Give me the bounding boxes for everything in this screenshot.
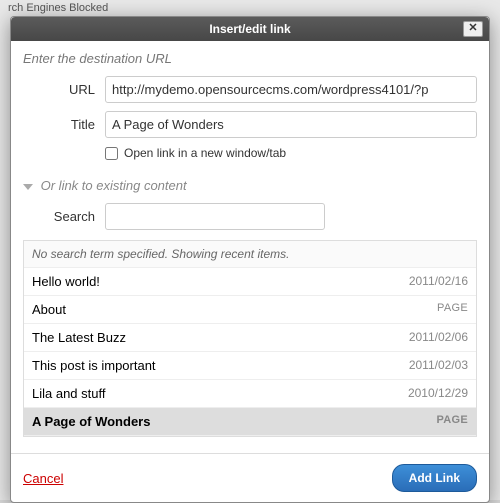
item-date: 2011/02/03 — [409, 358, 468, 373]
dialog-title: Insert/edit link — [209, 22, 290, 36]
search-label: Search — [23, 209, 105, 224]
instruction-text: Enter the destination URL — [23, 51, 477, 66]
link-dialog: Insert/edit link ✕ Enter the destination… — [10, 16, 490, 503]
item-title: Lila and stuff — [32, 386, 105, 401]
add-link-button[interactable]: Add Link — [392, 464, 477, 492]
title-label: Title — [23, 117, 105, 132]
search-input[interactable] — [105, 203, 325, 230]
title-input[interactable] — [105, 111, 477, 138]
item-type-badge: PAGE — [436, 414, 468, 429]
list-header: No search term specified. Showing recent… — [24, 241, 476, 268]
list-item[interactable]: This post is important 2011/02/03 — [24, 352, 476, 380]
results-list: No search term specified. Showing recent… — [23, 240, 477, 437]
item-date: 2011/02/16 — [409, 274, 468, 289]
newtab-label: Open link in a new window/tab — [124, 146, 286, 160]
chevron-down-icon — [23, 184, 33, 190]
list-item[interactable]: A Page of Wonders PAGE — [24, 408, 476, 436]
existing-content-toggle[interactable]: Or link to existing content — [23, 178, 477, 193]
item-date: 2010/12/29 — [408, 386, 468, 401]
item-type-badge: PAGE — [437, 302, 468, 317]
cancel-button[interactable]: Cancel — [23, 471, 63, 486]
item-title: The Latest Buzz — [32, 330, 126, 345]
list-item[interactable]: About PAGE — [24, 296, 476, 324]
list-item[interactable]: The Latest Buzz 2011/02/06 — [24, 324, 476, 352]
url-input[interactable] — [105, 76, 477, 103]
list-item[interactable]: Lila and stuff 2010/12/29 — [24, 380, 476, 408]
item-date: 2011/02/06 — [409, 330, 468, 345]
item-title: A Page of Wonders — [32, 414, 150, 429]
close-icon[interactable]: ✕ — [463, 21, 483, 37]
newtab-checkbox[interactable] — [105, 147, 118, 160]
dialog-footer: Cancel Add Link — [11, 453, 489, 502]
list-item[interactable]: Hello world! 2011/02/16 — [24, 268, 476, 296]
item-title: Hello world! — [32, 274, 100, 289]
dialog-content: Enter the destination URL URL Title Open… — [11, 41, 489, 445]
collapse-label: Or link to existing content — [41, 178, 187, 193]
dialog-title-bar: Insert/edit link ✕ — [11, 17, 489, 41]
item-title: This post is important — [32, 358, 156, 373]
item-title: About — [32, 302, 66, 317]
bg-header-text: rch Engines Blocked — [0, 0, 500, 16]
url-label: URL — [23, 82, 105, 97]
